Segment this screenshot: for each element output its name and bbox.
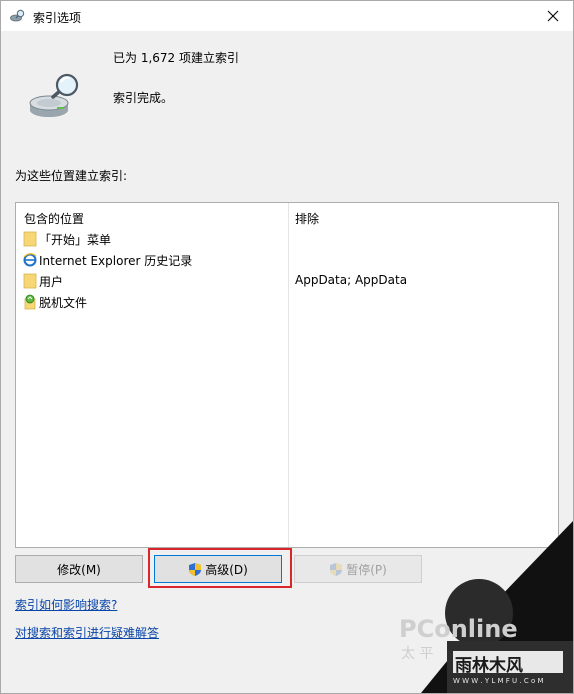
watermark-overlay (421, 521, 573, 693)
watermark-site-url: W W W . Y L M F U . C o M (453, 677, 544, 685)
watermark-site: 雨林木风 (455, 656, 523, 676)
watermark-brand-sub: 太 平 (401, 646, 434, 662)
watermark-brand: PConline (399, 615, 518, 643)
indexing-options-window: 索引选项 已为 1,672 项建立索引 索引完成。 为这些位置建立索引: 包含的… (0, 0, 574, 694)
